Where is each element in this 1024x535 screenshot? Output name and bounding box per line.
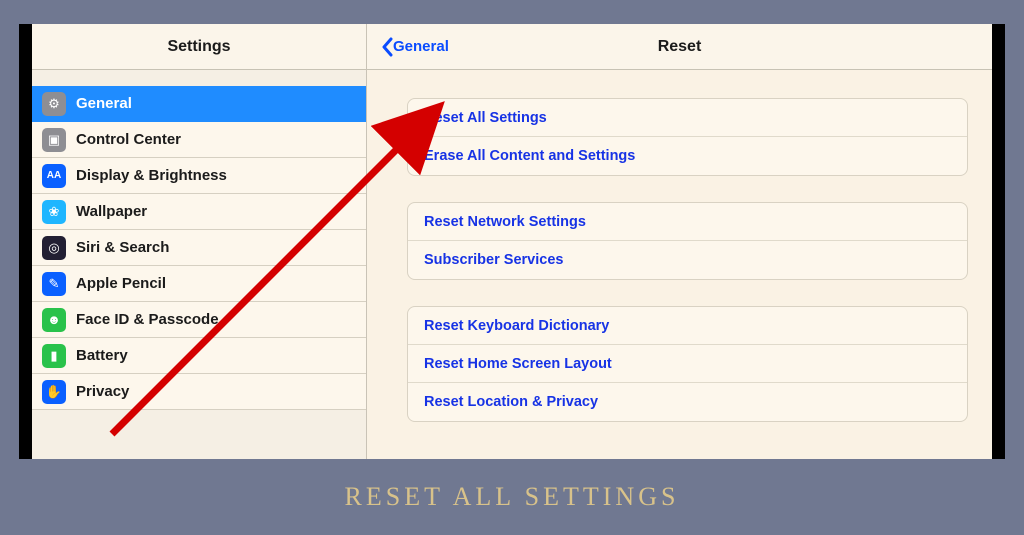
settings-sidebar: Settings ⚙ General ▣ Control Center AA Displa…	[32, 24, 367, 459]
gear-icon: ⚙	[42, 92, 66, 116]
reset-option-subscriber-services[interactable]: Subscriber Services	[408, 241, 967, 279]
sidebar-item-label: Apple Pencil	[76, 275, 166, 292]
detail-body: Reset All Settings Erase All Content and …	[367, 70, 992, 448]
detail-header: General Reset	[367, 24, 992, 70]
sidebar-item-label: Battery	[76, 347, 128, 364]
sidebar-list: ⚙ General ▣ Control Center AA Display & Brigh…	[32, 70, 366, 410]
bezel	[19, 24, 32, 459]
reset-option-label: Reset Keyboard Dictionary	[424, 318, 609, 334]
sidebar-item-label: Display & Brightness	[76, 167, 227, 184]
reset-option-label: Reset Home Screen Layout	[424, 356, 612, 372]
back-label: General	[393, 38, 449, 55]
reset-option-label: Subscriber Services	[424, 252, 563, 268]
detail-pane: General Reset Reset All Settings Erase Al…	[367, 24, 992, 459]
sidebar-item-control-center[interactable]: ▣ Control Center	[32, 122, 366, 158]
sidebar-item-label: Siri & Search	[76, 239, 169, 256]
sidebar-item-wallpaper[interactable]: ❀ Wallpaper	[32, 194, 366, 230]
sidebar-item-label: Wallpaper	[76, 203, 147, 220]
reset-option-label: Reset All Settings	[424, 110, 547, 126]
sidebar-item-label: Face ID & Passcode	[76, 311, 219, 328]
reset-option-reset-all-settings[interactable]: Reset All Settings	[408, 99, 967, 137]
sidebar-item-display-brightness[interactable]: AA Display & Brightness	[32, 158, 366, 194]
display-icon: AA	[42, 164, 66, 188]
reset-option-label: Reset Network Settings	[424, 214, 586, 230]
pencil-icon: ✎	[42, 272, 66, 296]
reset-option-reset-home-screen-layout[interactable]: Reset Home Screen Layout	[408, 345, 967, 383]
reset-option-reset-location-privacy[interactable]: Reset Location & Privacy	[408, 383, 967, 421]
settings-group: Reset Keyboard Dictionary Reset Home Scre…	[407, 306, 968, 422]
settings-group: Reset Network Settings Subscriber Service…	[407, 202, 968, 280]
screen: Settings ⚙ General ▣ Control Center AA Displa…	[32, 24, 992, 459]
sidebar-item-apple-pencil[interactable]: ✎ Apple Pencil	[32, 266, 366, 302]
back-button[interactable]: General	[381, 37, 449, 57]
reset-option-label: Erase All Content and Settings	[424, 148, 635, 164]
sidebar-item-privacy[interactable]: ✋ Privacy	[32, 374, 366, 410]
privacy-icon: ✋	[42, 380, 66, 404]
caption: RESET ALL SETTINGS	[0, 459, 1024, 535]
detail-title: Reset	[367, 38, 992, 56]
sidebar-item-general[interactable]: ⚙ General	[32, 86, 366, 122]
reset-option-erase-all-content-and-settings[interactable]: Erase All Content and Settings	[408, 137, 967, 175]
sidebar-title: Settings	[32, 24, 366, 70]
faceid-icon: ☻	[42, 308, 66, 332]
sidebar-item-label: General	[76, 95, 132, 112]
bezel	[992, 24, 1005, 459]
sidebar-item-label: Control Center	[76, 131, 181, 148]
wallpaper-icon: ❀	[42, 200, 66, 224]
sidebar-item-label: Privacy	[76, 383, 129, 400]
settings-group: Reset All Settings Erase All Content and …	[407, 98, 968, 176]
device-frame: Settings ⚙ General ▣ Control Center AA Displa…	[19, 24, 1005, 459]
reset-option-label: Reset Location & Privacy	[424, 394, 598, 410]
siri-icon: ◎	[42, 236, 66, 260]
battery-icon: ▮	[42, 344, 66, 368]
reset-option-reset-network-settings[interactable]: Reset Network Settings	[408, 203, 967, 241]
sidebar-item-face-id-passcode[interactable]: ☻ Face ID & Passcode	[32, 302, 366, 338]
reset-option-reset-keyboard-dictionary[interactable]: Reset Keyboard Dictionary	[408, 307, 967, 345]
sliders-icon: ▣	[42, 128, 66, 152]
sidebar-item-siri-search[interactable]: ◎ Siri & Search	[32, 230, 366, 266]
sidebar-item-battery[interactable]: ▮ Battery	[32, 338, 366, 374]
